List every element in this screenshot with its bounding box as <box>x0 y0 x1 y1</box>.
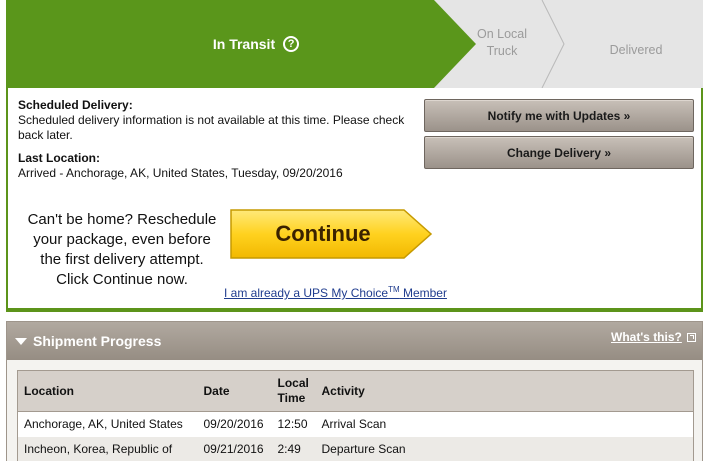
cell-time: 12:50 <box>277 417 308 432</box>
table-row: Anchorage, AK, United States 09/20/2016 … <box>17 411 694 437</box>
column-header-date: Date <box>197 370 272 412</box>
popup-window-icon[interactable] <box>687 333 696 342</box>
shipment-progress-panel: Shipment Progress What's this? Location … <box>6 321 703 461</box>
column-header-activity: Activity <box>315 370 694 412</box>
last-location-text: Arrived - Anchorage, AK, United States, … <box>18 166 343 180</box>
promo-line: your package, even before <box>33 231 211 248</box>
help-icon[interactable]: ? <box>283 36 300 52</box>
continue-label: Continue <box>275 221 371 246</box>
local-time-line: Local <box>277 376 309 390</box>
cell-time: 2:49 <box>277 442 301 456</box>
status-step-in-transit: In Transit ? <box>146 0 366 88</box>
shipment-status-bar: In Transit ? On Local Truck Delivered <box>6 0 703 88</box>
promo-line: Can't be home? Reschedule <box>27 211 217 228</box>
table-row: Incheon, Korea, Republic of 09/21/2016 2… <box>17 436 694 461</box>
cell-activity: Arrival Scan <box>321 417 387 432</box>
mychoice-link-suffix: Member <box>399 286 447 300</box>
promo-line: Click Continue now. <box>56 271 188 288</box>
delivery-info: Scheduled Delivery: Scheduled delivery i… <box>18 98 408 181</box>
shipment-progress-header[interactable]: Shipment Progress What's this? <box>7 322 702 360</box>
column-header-location: Location <box>17 370 198 412</box>
scheduled-delivery-text: Scheduled delivery information is not av… <box>18 113 405 142</box>
change-delivery-button[interactable]: Change Delivery » <box>424 136 694 169</box>
cell-location: Incheon, Korea, Republic of <box>24 442 173 456</box>
reschedule-promo-text: Can't be home? Reschedule your package, … <box>16 210 228 290</box>
scheduled-delivery-label: Scheduled Delivery: <box>18 98 133 112</box>
delivery-details-panel: Scheduled Delivery: Scheduled delivery i… <box>6 88 703 312</box>
trademark-mark: TM <box>388 285 400 294</box>
shipment-progress-table: Location Date Local Time Activity Anchor… <box>17 370 694 461</box>
cell-date: 09/21/2016 <box>203 442 264 456</box>
whats-this-link[interactable]: What's this? <box>611 330 682 344</box>
cell-date: 09/20/2016 <box>203 417 264 432</box>
status-step-on-local-truck: On Local Truck <box>476 27 528 58</box>
continue-button[interactable]: Continue <box>228 208 434 260</box>
shipment-progress-title: Shipment Progress <box>33 333 162 349</box>
status-step-delivered: Delivered <box>609 43 663 57</box>
notify-updates-button[interactable]: Notify me with Updates » <box>424 99 694 132</box>
table-header-row: Location Date Local Time Activity <box>17 370 694 412</box>
cell-location: Anchorage, AK, United States <box>24 417 183 432</box>
promo-line: the first delivery attempt. <box>40 251 204 268</box>
status-current-label: In Transit <box>212 36 276 52</box>
cell-activity: Departure Scan <box>321 442 406 456</box>
local-time-line: Time <box>277 391 306 405</box>
column-header-local-time: Local Time <box>271 370 316 412</box>
last-location-label: Last Location: <box>18 151 101 165</box>
collapse-triangle-icon[interactable] <box>15 338 27 345</box>
ups-my-choice-link[interactable]: I am already a UPS My ChoiceTM Member <box>224 285 447 300</box>
mychoice-link-text: I am already a UPS My Choice <box>224 286 389 300</box>
